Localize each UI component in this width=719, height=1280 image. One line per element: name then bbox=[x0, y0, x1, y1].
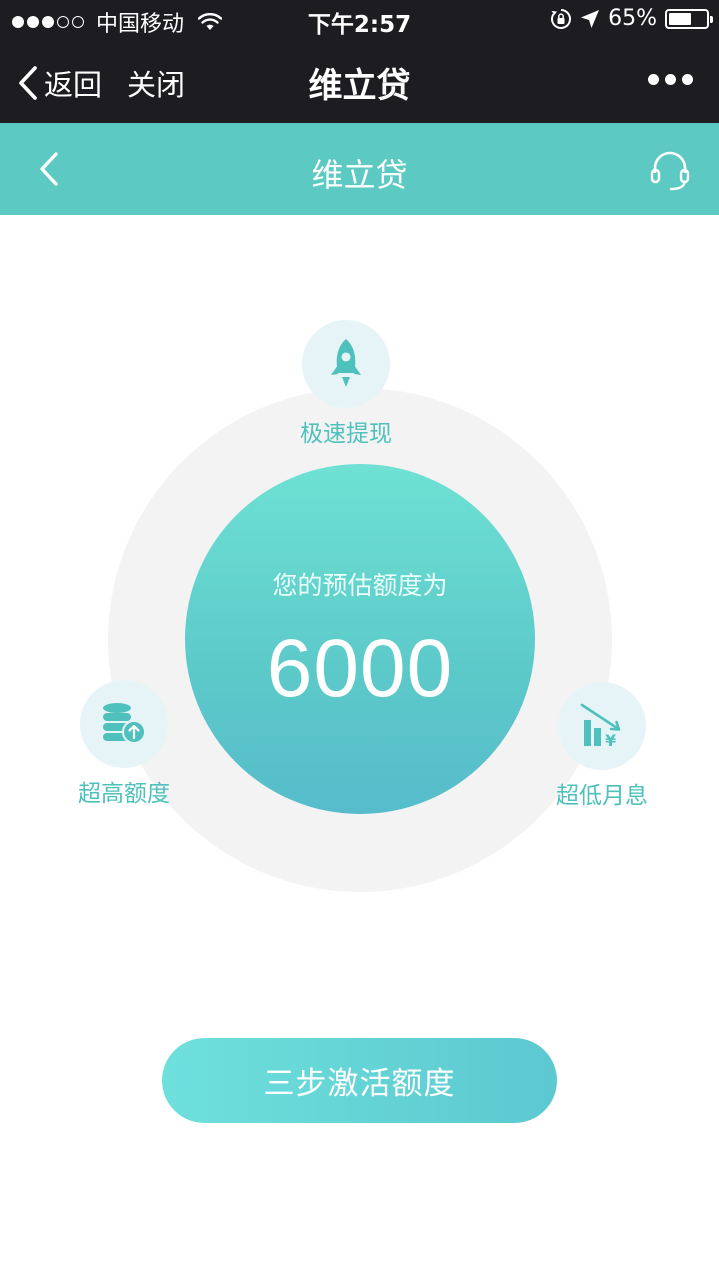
app-title: 维立贷 bbox=[311, 156, 408, 194]
status-right: 65% bbox=[550, 6, 713, 31]
feature-label: 极速提现 bbox=[300, 421, 392, 447]
wechat-page-title: 维立贷 bbox=[308, 66, 411, 106]
activate-limit-button[interactable]: 三步激活额度 bbox=[162, 1038, 557, 1123]
screen: 中国移动 下午2:57 65% 返回 关闭 维立贷 维立贷 您的预估额度为 60… bbox=[0, 0, 719, 1280]
wechat-close-button[interactable]: 关闭 bbox=[127, 62, 185, 104]
feature-label: 超高额度 bbox=[78, 781, 170, 807]
battery-percent: 65% bbox=[608, 6, 657, 31]
rotation-lock-icon bbox=[551, 8, 572, 29]
feature-badge bbox=[80, 680, 168, 768]
headset-icon[interactable] bbox=[649, 149, 691, 191]
estimate-circle: 您的预估额度为 6000 bbox=[185, 464, 535, 814]
app-header: 维立贷 bbox=[0, 123, 719, 215]
svg-text:¥: ¥ bbox=[605, 731, 616, 750]
rocket-icon bbox=[331, 339, 361, 387]
more-options-icon[interactable] bbox=[648, 74, 693, 85]
estimate-label: 您的预估额度为 bbox=[272, 571, 448, 600]
feature-high-limit: 超高额度 bbox=[68, 680, 180, 808]
feature-low-interest: ¥ 超低月息 bbox=[546, 682, 658, 810]
feature-badge bbox=[302, 320, 390, 408]
chevron-left-icon bbox=[19, 66, 37, 100]
wechat-back-button[interactable]: 返回 bbox=[18, 62, 102, 104]
feature-badge: ¥ bbox=[558, 682, 646, 770]
battery-icon bbox=[665, 8, 713, 29]
location-arrow-icon bbox=[581, 9, 600, 28]
coin-stack-icon bbox=[103, 703, 146, 744]
wechat-nav-bar: 返回 关闭 维立贷 bbox=[0, 38, 719, 123]
falling-chart-icon: ¥ bbox=[580, 703, 621, 750]
app-back-button[interactable] bbox=[34, 149, 64, 189]
feature-label: 超低月息 bbox=[556, 783, 648, 809]
status-bar: 中国移动 下午2:57 65% bbox=[0, 0, 719, 38]
estimate-amount: 6000 bbox=[266, 623, 454, 714]
battery-level bbox=[669, 12, 691, 25]
feature-fast-withdrawal: 极速提现 bbox=[290, 320, 402, 448]
wechat-back-label: 返回 bbox=[44, 68, 103, 102]
